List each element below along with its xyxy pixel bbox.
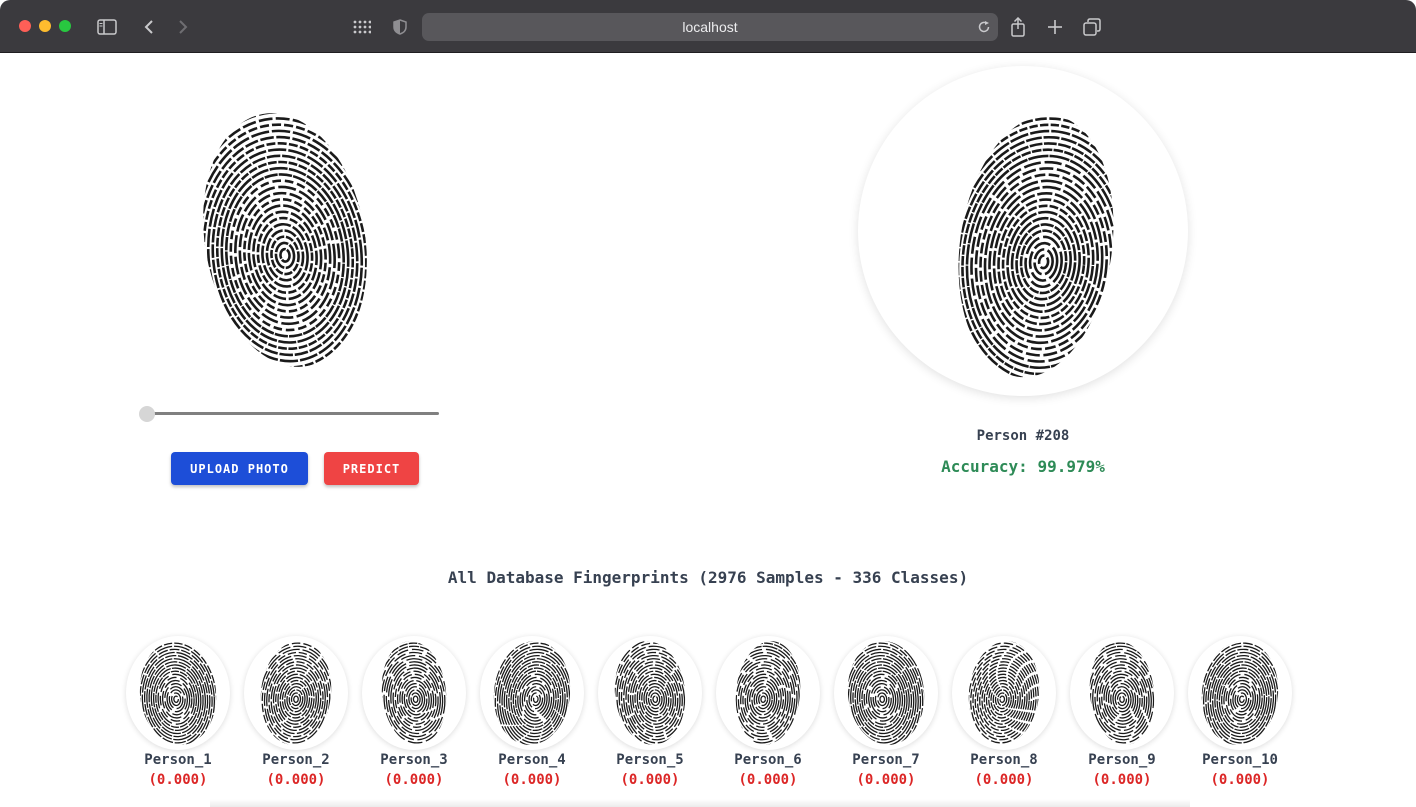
predict-button[interactable]: PREDICT xyxy=(324,452,419,485)
page-content: UPLOAD PHOTO PREDICT Person #208 Accurac… xyxy=(0,54,1416,807)
fingerprint-gallery: Person_1 (0.000) Person_2 (0.000) Person_3 (0… xyxy=(0,636,1416,796)
browser-toolbar: localhost xyxy=(0,0,1416,53)
gallery-card[interactable]: Person_5 (0.000) xyxy=(598,636,702,796)
gallery-card[interactable]: Person_3 (0.000) xyxy=(362,636,466,796)
gallery-card[interactable]: Person_10 (0.000) xyxy=(1188,636,1292,796)
gallery-card[interactable]: Person_4 (0.000) xyxy=(480,636,584,796)
fingerprint-thumbnail[interactable] xyxy=(716,636,820,750)
forward-icon[interactable] xyxy=(174,14,192,40)
fingerprint-thumbnail[interactable] xyxy=(362,636,466,750)
matched-fingerprint-image xyxy=(858,66,1188,396)
gallery-card[interactable]: Person_7 (0.000) xyxy=(834,636,938,796)
zoom-window-button[interactable] xyxy=(59,20,71,32)
close-window-button[interactable] xyxy=(19,20,31,32)
fingerprint-thumbnail[interactable] xyxy=(598,636,702,750)
gallery-card[interactable]: Person_8 (0.000) xyxy=(952,636,1056,796)
zoom-slider-track[interactable] xyxy=(146,412,439,415)
address-bar[interactable]: localhost xyxy=(422,13,998,41)
similarity-score: (0.000) xyxy=(1210,772,1270,788)
person-name-label: Person_10 xyxy=(1202,752,1278,768)
accuracy-label: Accuracy: 99.979% xyxy=(941,457,1105,476)
tab-grid-icon[interactable] xyxy=(352,14,372,40)
gallery-card[interactable]: Person_9 (0.000) xyxy=(1070,636,1174,796)
fingerprint-thumbnail[interactable] xyxy=(952,636,1056,750)
matched-person-label: Person #208 xyxy=(976,428,1070,444)
fingerprint-thumbnail[interactable] xyxy=(126,636,230,750)
gallery-card[interactable]: Person_1 (0.000) xyxy=(126,636,230,796)
reload-icon[interactable] xyxy=(977,19,991,38)
gallery-card[interactable]: Person_6 (0.000) xyxy=(716,636,820,796)
address-text: localhost xyxy=(682,19,738,35)
fingerprint-icon xyxy=(183,100,405,380)
fingerprint-thumbnail[interactable] xyxy=(244,636,348,750)
fingerprint-thumbnail[interactable] xyxy=(1070,636,1174,750)
fingerprint-thumbnail[interactable] xyxy=(834,636,938,750)
new-tab-icon[interactable] xyxy=(1045,14,1065,40)
sidebar-toggle-icon[interactable] xyxy=(95,14,119,40)
back-icon[interactable] xyxy=(140,14,158,40)
fingerprint-thumbnail[interactable] xyxy=(1188,636,1292,750)
privacy-shield-icon[interactable] xyxy=(391,14,409,40)
zoom-slider-thumb[interactable] xyxy=(139,406,155,422)
gallery-card[interactable]: Person_2 (0.000) xyxy=(244,636,348,796)
share-icon[interactable] xyxy=(1008,14,1028,40)
tab-overview-icon[interactable] xyxy=(1082,14,1102,40)
minimize-window-button[interactable] xyxy=(39,20,51,32)
database-title: All Database Fingerprints (2976 Samples … xyxy=(447,568,969,587)
fingerprint-thumbnail[interactable] xyxy=(480,636,584,750)
upload-photo-button[interactable]: UPLOAD PHOTO xyxy=(171,452,308,485)
scroll-shadow xyxy=(210,799,1190,807)
